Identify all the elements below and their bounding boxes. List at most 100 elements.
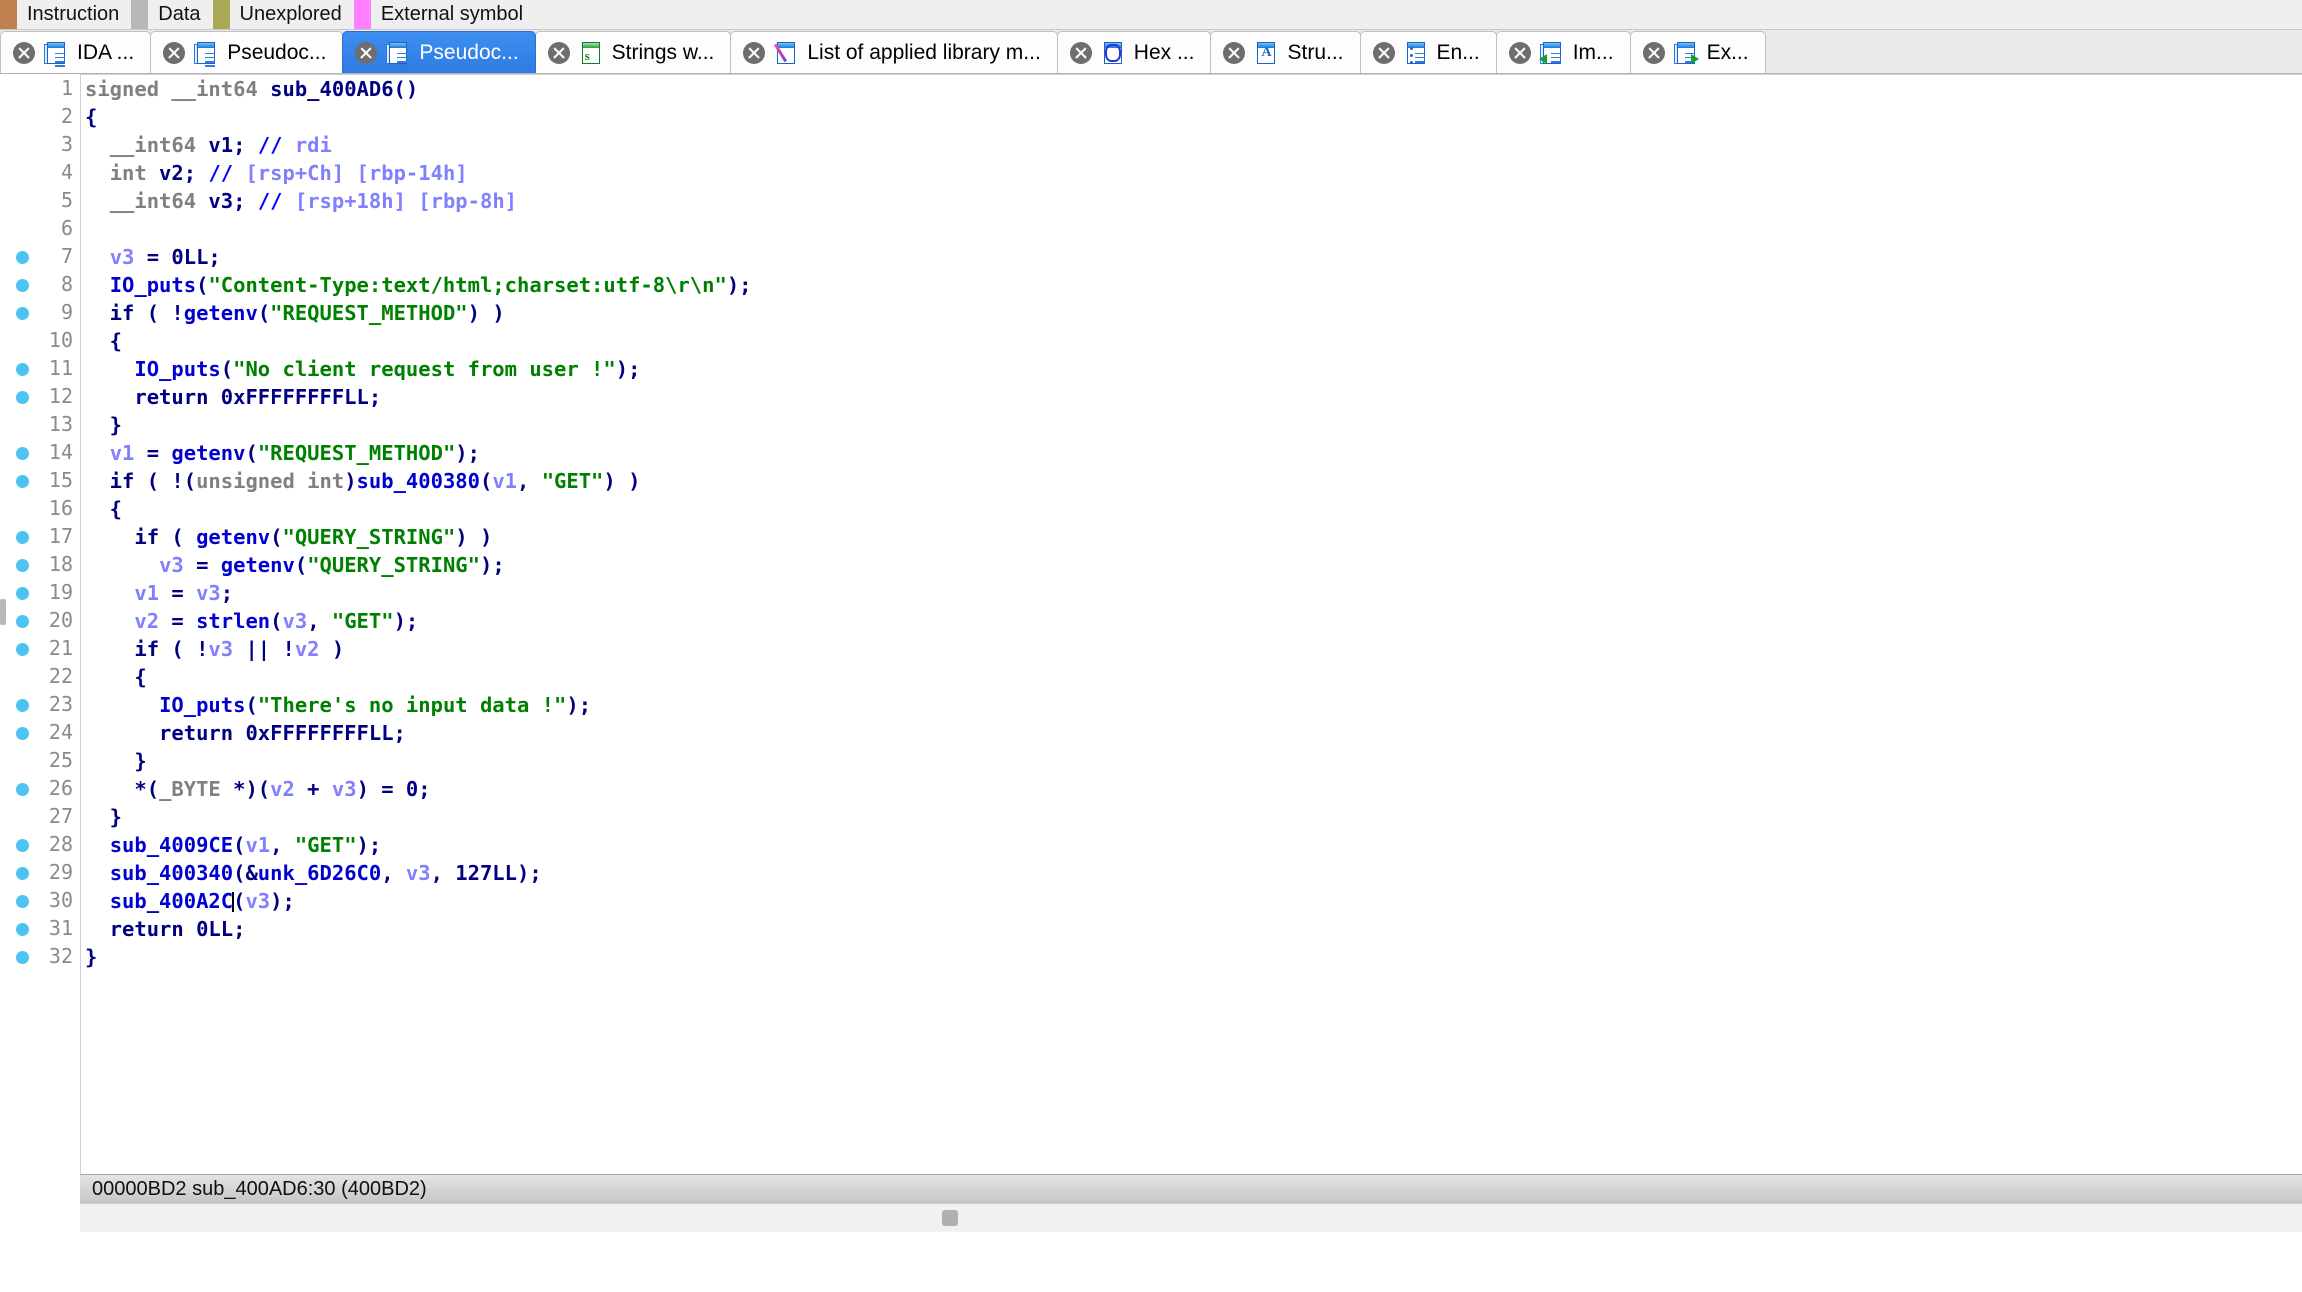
gutter-row[interactable]: 8	[0, 270, 80, 298]
tab-applied-library-modules[interactable]: List of applied library m...	[730, 31, 1058, 73]
code-line[interactable]: IO_puts("Content-Type:text/html;charset:…	[85, 271, 752, 299]
close-icon[interactable]	[1069, 41, 1092, 64]
gutter-row[interactable]: 21	[0, 634, 80, 662]
code-line[interactable]: v2 = strlen(v3, "GET");	[85, 607, 752, 635]
code-line[interactable]: sub_400A2C(v3);	[85, 887, 752, 915]
code-line[interactable]: v3 = 0LL;	[85, 243, 752, 271]
code-line[interactable]: sub_400340(&unk_6D26C0, v3, 127LL);	[85, 859, 752, 887]
tab-structures[interactable]: A Stru...	[1210, 31, 1361, 73]
tab-pseudocode-b[interactable]: Pseudoc...	[342, 31, 536, 73]
breakpoint-dot-icon[interactable]	[16, 783, 29, 796]
tab-ida-view[interactable]: IDA ...	[0, 31, 152, 73]
code-line[interactable]: if ( !getenv("REQUEST_METHOD") )	[85, 299, 752, 327]
breakpoint-dot-icon[interactable]	[16, 699, 29, 712]
code-line[interactable]: }	[85, 411, 752, 439]
code-line[interactable]: __int64 v3; // [rsp+18h] [rbp-8h]	[85, 187, 752, 215]
code-line[interactable]: return 0xFFFFFFFFLL;	[85, 719, 752, 747]
close-icon[interactable]	[1642, 41, 1665, 64]
breakpoint-dot-icon[interactable]	[16, 559, 29, 572]
gutter-row[interactable]: 16	[0, 494, 80, 522]
breakpoint-dot-icon[interactable]	[16, 727, 29, 740]
close-icon[interactable]	[13, 41, 35, 64]
gutter-row[interactable]: 5	[0, 186, 80, 214]
gutter-row[interactable]: 23	[0, 690, 80, 718]
gutter-row[interactable]: 25	[0, 746, 80, 774]
close-icon[interactable]	[163, 41, 186, 64]
close-icon[interactable]	[1508, 41, 1531, 64]
gutter-row[interactable]: 22	[0, 662, 80, 690]
breakpoint-dot-icon[interactable]	[16, 839, 29, 852]
breakpoint-dot-icon[interactable]	[16, 895, 29, 908]
gutter-row[interactable]: 28	[0, 830, 80, 858]
code-line[interactable]: {	[85, 495, 752, 523]
gutter-row[interactable]: 32	[0, 942, 80, 970]
code-line[interactable]: __int64 v1; // rdi	[85, 131, 752, 159]
gutter-row[interactable]: 2	[0, 102, 80, 130]
gutter-row[interactable]: 18	[0, 550, 80, 578]
code-lines[interactable]: signed __int64 sub_400AD6(){ __int64 v1;…	[81, 75, 752, 971]
gutter-row[interactable]: 10	[0, 326, 80, 354]
code-line[interactable]: IO_puts("There's no input data !");	[85, 691, 752, 719]
gutter-row[interactable]: 12	[0, 382, 80, 410]
close-icon[interactable]	[1223, 41, 1246, 64]
code-line[interactable]: }	[85, 803, 752, 831]
horizontal-scrollbar-thumb[interactable]	[942, 1210, 958, 1226]
gutter-row[interactable]: 24	[0, 718, 80, 746]
tab-exports[interactable]: Ex...	[1629, 31, 1766, 73]
code-line[interactable]: v1 = getenv("REQUEST_METHOD");	[85, 439, 752, 467]
breakpoint-dot-icon[interactable]	[16, 279, 29, 292]
breakpoint-dot-icon[interactable]	[16, 923, 29, 936]
code-line[interactable]: }	[85, 943, 752, 971]
gutter-row[interactable]: 7	[0, 242, 80, 270]
gutter-row[interactable]: 13	[0, 410, 80, 438]
code-line[interactable]: {	[85, 663, 752, 691]
close-icon[interactable]	[1372, 41, 1395, 64]
gutter-row[interactable]: 20	[0, 606, 80, 634]
breakpoint-dot-icon[interactable]	[16, 391, 29, 404]
tab-pseudocode-a[interactable]: Pseudoc...	[150, 31, 344, 73]
breakpoint-dot-icon[interactable]	[16, 475, 29, 488]
gutter-row[interactable]: 4	[0, 158, 80, 186]
code-line[interactable]	[85, 215, 752, 243]
code-line[interactable]: sub_4009CE(v1, "GET");	[85, 831, 752, 859]
code-line[interactable]: if ( !(unsigned int)sub_400380(v1, "GET"…	[85, 467, 752, 495]
gutter-row[interactable]: 26	[0, 774, 80, 802]
close-icon[interactable]	[547, 41, 570, 64]
code-line[interactable]: {	[85, 327, 752, 355]
gutter-row[interactable]: 14	[0, 438, 80, 466]
gutter-row[interactable]: 29	[0, 858, 80, 886]
breakpoint-dot-icon[interactable]	[16, 251, 29, 264]
gutter-row[interactable]: 6	[0, 214, 80, 242]
gutter-row[interactable]: 15	[0, 466, 80, 494]
breakpoint-dot-icon[interactable]	[16, 951, 29, 964]
gutter-row[interactable]: 31	[0, 914, 80, 942]
code-line[interactable]: int v2; // [rsp+Ch] [rbp-14h]	[85, 159, 752, 187]
breakpoint-dot-icon[interactable]	[16, 615, 29, 628]
tab-enums[interactable]: En...	[1359, 31, 1497, 73]
code-line[interactable]: v1 = v3;	[85, 579, 752, 607]
breakpoint-dot-icon[interactable]	[16, 531, 29, 544]
close-icon[interactable]	[743, 41, 766, 64]
line-number-gutter[interactable]: 1 2 3 4 5 6 7 8 9 10 11 12 13 14 15 16 17 18 19 20 21 22 23 24 2…	[0, 74, 80, 1174]
gutter-row[interactable]: 9	[0, 298, 80, 326]
gutter-row[interactable]: 19	[0, 578, 80, 606]
breakpoint-dot-icon[interactable]	[16, 363, 29, 376]
breakpoint-dot-icon[interactable]	[16, 447, 29, 460]
code-line[interactable]: v3 = getenv("QUERY_STRING");	[85, 551, 752, 579]
gutter-row[interactable]: 3	[0, 130, 80, 158]
gutter-row[interactable]: 30	[0, 886, 80, 914]
code-line[interactable]: *(_BYTE *)(v2 + v3) = 0;	[85, 775, 752, 803]
code-line[interactable]: if ( !v3 || !v2 )	[85, 635, 752, 663]
breakpoint-dot-icon[interactable]	[16, 867, 29, 880]
horizontal-scrollbar[interactable]	[80, 1203, 2302, 1232]
code-line[interactable]: IO_puts("No client request from user !")…	[85, 355, 752, 383]
breakpoint-dot-icon[interactable]	[16, 307, 29, 320]
tab-hex-view[interactable]: Hex ...	[1056, 31, 1212, 73]
code-line[interactable]: }	[85, 747, 752, 775]
code-line[interactable]: return 0LL;	[85, 915, 752, 943]
code-line[interactable]: return 0xFFFFFFFFLL;	[85, 383, 752, 411]
code-scroll-nub[interactable]	[0, 599, 6, 625]
gutter-row[interactable]: 11	[0, 354, 80, 382]
pseudocode-code-panel[interactable]: signed __int64 sub_400AD6(){ __int64 v1;…	[80, 74, 2302, 1174]
tab-strings-window[interactable]: s Strings w...	[534, 31, 732, 73]
